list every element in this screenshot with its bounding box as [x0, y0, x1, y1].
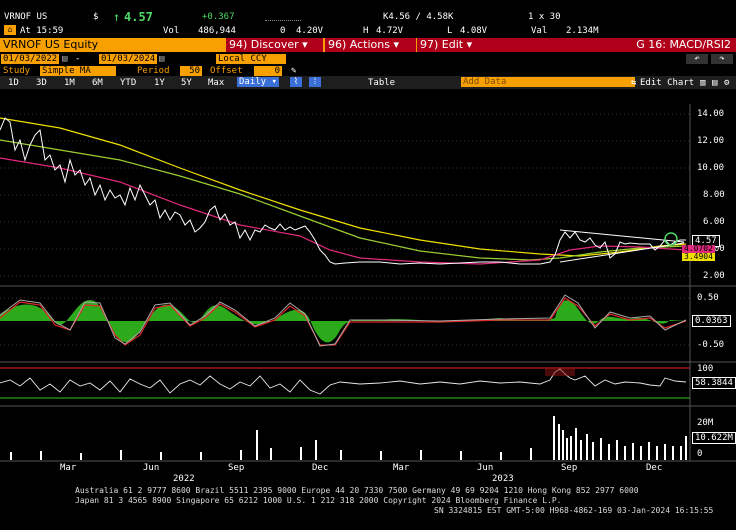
month-tick: Dec [312, 463, 329, 473]
toolbar: 1D 3D 1M 6M YTD 1Y 5Y Max Daily ▾ ⌇ ⁞ Ta… [0, 76, 736, 89]
edit-chart-icon[interactable]: ⇆ [631, 78, 636, 88]
date-row: 01/03/2022 ▤ - 01/03/2024 ▤ Local CCY ↶ … [0, 54, 736, 65]
val-label: Val [531, 26, 548, 36]
volume-label: 10.622M [692, 432, 736, 444]
price-tick: 14.00 [697, 109, 725, 119]
macd-tick: -0.50 [697, 340, 725, 350]
redo-icon[interactable]: ↷ [711, 54, 733, 64]
sparkline-icon [265, 12, 301, 21]
month-tick: Dec [646, 463, 663, 473]
month-tick: Sep [228, 463, 245, 473]
settings-icon[interactable]: ▥ [700, 78, 705, 88]
year-tick: 2023 [492, 474, 514, 484]
price-tick: 12.00 [697, 136, 725, 146]
footer-contacts-2: Japan 81 3 4565 8900 Singapore 65 6212 1… [75, 496, 562, 505]
macd-tick: 0.50 [697, 293, 719, 303]
study-type[interactable]: Simple MA [40, 66, 116, 76]
up-arrow-icon: ↑ [113, 10, 121, 24]
time: At 15:59 [20, 26, 64, 36]
size: 1 x 30 [528, 12, 561, 22]
calendar-icon[interactable]: ▤ [159, 54, 164, 64]
ticker: VRNOF US [4, 12, 48, 22]
range-ytd[interactable]: YTD [120, 78, 136, 88]
add-data-input[interactable]: Add Data [461, 77, 635, 87]
exchange-icon: ⌂ [4, 25, 16, 35]
low-label: L [447, 26, 453, 36]
year-tick: 2022 [173, 474, 195, 484]
range-1y[interactable]: 1Y [154, 78, 165, 88]
month-tick: Mar [393, 463, 410, 473]
range-6m[interactable]: 6M [92, 78, 103, 88]
range-1d[interactable]: 1D [8, 78, 19, 88]
price-tick: 2.00 [703, 271, 725, 281]
actions-menu[interactable]: 96) Actions ▾ [325, 38, 416, 52]
macd-histogram [0, 300, 686, 343]
frequency-select[interactable]: Daily ▾ [237, 77, 279, 87]
discover-menu[interactable]: 94) Discover ▾ [226, 38, 323, 52]
range-5y[interactable]: 5Y [181, 78, 192, 88]
volume-tick: 20M [697, 418, 714, 428]
calendar-icon[interactable]: ▤ [62, 54, 67, 64]
bid-ask: K4.56 / 4.58K [383, 12, 454, 22]
value: 2.134M [566, 26, 599, 36]
footer-contacts: Australia 61 2 9777 8600 Brazil 5511 239… [75, 486, 639, 495]
range-1m[interactable]: 1M [64, 78, 75, 88]
study-label: Study [3, 66, 31, 76]
price-change: +0.367 [202, 12, 235, 22]
price-tick: 8.00 [703, 190, 725, 200]
rsi-tick: 100 [697, 364, 714, 374]
line-chart-icon[interactable]: ⌇ [290, 77, 302, 87]
ma2-label: 3.4904 [682, 252, 715, 261]
quote-header: VRNOF US $ ↑ 4.57 +0.367 K4.56 / 4.58K 1… [0, 0, 736, 38]
bar-chart-icon[interactable]: ⁞ [309, 77, 321, 87]
layout-icon[interactable]: ▤ [712, 78, 717, 88]
table-button[interactable]: Table [368, 78, 395, 88]
month-tick: Mar [60, 463, 77, 473]
actions-label: 96) Actions [328, 38, 390, 51]
low: 4.08V [460, 26, 488, 36]
period-label: Period [137, 66, 170, 76]
month-tick: Sep [561, 463, 578, 473]
start-date[interactable]: 01/03/2022 [1, 54, 60, 64]
volume-bars [10, 416, 687, 460]
rsi-label: 58.3844 [692, 377, 736, 389]
vol-label: Vol [163, 26, 180, 36]
tools-icon[interactable]: ⚙ [724, 78, 729, 88]
open: 4.20V [296, 26, 324, 36]
discover-label: 94) Discover [229, 38, 299, 51]
end-date[interactable]: 01/03/2024 [99, 54, 158, 64]
undo-icon[interactable]: ↶ [686, 54, 708, 64]
page-name: G 16: MACD/RSI2 [636, 38, 731, 51]
footer-session: SN 3324815 EST GMT-5:00 H968-4862-169 03… [434, 506, 714, 515]
volume-tick: 0 [697, 449, 703, 459]
security-name[interactable]: VRNOF US Equity [3, 38, 98, 52]
month-tick: Jun [143, 463, 160, 473]
price-tick: 6.00 [703, 217, 725, 227]
offset-input[interactable]: 0 [254, 66, 282, 76]
volume: 486,944 [198, 26, 236, 36]
currency: $ [93, 12, 99, 22]
last-price: 4.57 [124, 10, 153, 24]
period-input[interactable]: 50 [180, 66, 202, 76]
price-chart[interactable] [0, 90, 736, 530]
high: 4.72V [376, 26, 404, 36]
open-label: 0 [280, 26, 286, 36]
rsi-line [0, 368, 687, 395]
range-max[interactable]: Max [208, 78, 224, 88]
macd-label: 0.0363 [692, 315, 731, 327]
high-label: H [363, 26, 369, 36]
edit-chart-button[interactable]: Edit Chart [640, 78, 694, 88]
range-3d[interactable]: 3D [36, 78, 47, 88]
edit-label: 97) Edit [420, 38, 464, 51]
price-tick: 10.00 [697, 163, 725, 173]
frequency-label: Daily [239, 77, 267, 87]
offset-label: Offset [210, 66, 243, 76]
currency-select[interactable]: Local CCY [216, 54, 286, 64]
pencil-icon[interactable]: ✎ [291, 66, 296, 76]
edit-menu[interactable]: 97) Edit ▾ G 16: MACD/RSI2 [417, 38, 736, 52]
title-bar: VRNOF US Equity 94) Discover ▾ 96) Actio… [0, 38, 736, 52]
month-tick: Jun [477, 463, 494, 473]
